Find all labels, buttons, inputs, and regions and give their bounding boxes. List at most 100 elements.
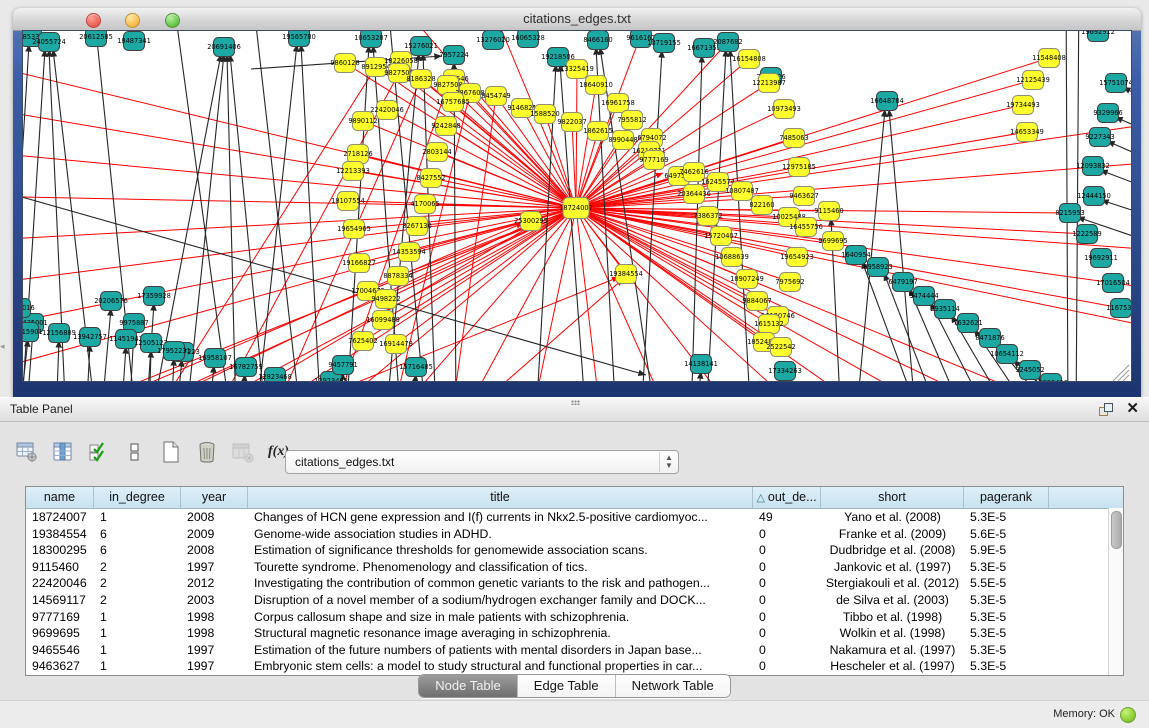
graph-node-label: 6479197 [888,278,917,286]
graph-edge[interactable] [446,126,576,208]
graph-node-label: 8454749 [481,92,510,100]
table-settings-icon[interactable] [14,440,39,465]
graph-node-label: 12505123 [134,339,168,347]
network-canvas[interactable]: 1885334224055724206125851848734120691406… [22,30,1132,382]
graph-node-label: 1640954 [841,251,870,259]
table-selector-value: citations_edges.txt [286,455,659,469]
graph-edge[interactable] [151,54,221,382]
graph-edge[interactable] [186,54,224,382]
cell-title: Disruption of a novel member of a sodium… [248,592,753,609]
table-row[interactable]: 1830029562008Estimation of significance … [26,542,1123,559]
graph-edge[interactable] [576,208,671,382]
table-row[interactable]: 969969511998Structural magnetic resonanc… [26,625,1123,642]
import-table-icon[interactable] [230,440,255,465]
select-columns-icon[interactable] [86,440,111,465]
column-header-in_degree[interactable]: in_degree [94,487,181,508]
cell-name: 18300295 [26,542,94,559]
graph-node-label: 16455756 [789,223,823,231]
table-row[interactable]: 1456911722003Disruption of a novel membe… [26,592,1123,609]
column-header-year[interactable]: year [181,487,248,508]
cell-out_de: 0 [753,559,821,576]
graph-edge[interactable] [572,122,576,208]
graph-edge[interactable] [23,106,576,208]
splitter-grip[interactable] [571,400,580,405]
column-header-out_de[interactable]: △out_de... [753,487,821,508]
graph-node-label: 9498222 [371,295,400,303]
graph-node-label: 16245574 [701,178,735,186]
graph-edge[interactable] [61,223,523,382]
cell-name: 9115460 [26,559,94,576]
table-row[interactable]: 1938455462009Genome-wide association stu… [26,526,1123,543]
graph-edge[interactable] [56,340,59,382]
table-selector-dropdown[interactable]: citations_edges.txt ▲▼ [285,450,679,474]
graph-node-label: 2935114 [930,305,959,313]
graph-edge[interactable] [23,208,576,286]
table-row[interactable]: 946362711997Embryonic stem cells: a mode… [26,658,1123,675]
graph-edge[interactable] [1101,200,1132,223]
column-header-pagerank[interactable]: pagerank [964,487,1049,508]
graph-edge[interactable] [437,152,576,208]
close-panel-icon[interactable]: ✕ [1126,400,1139,418]
canvas-resize-grip[interactable] [1118,370,1129,381]
graph-edge[interactable] [171,31,231,382]
graph-edge[interactable] [101,308,111,382]
float-panel-icon[interactable] [1099,403,1113,416]
graph-node-label: 9699695 [818,237,847,245]
table-tabs-area: Node TableEdge TableNetwork Table [0,674,1149,698]
cell-pagerank: 5.3E-5 [964,509,1049,526]
graph-node-label: 13276020 [476,36,510,44]
table-row[interactable]: 977716911998Corpus callosum shape and si… [26,609,1123,626]
column-header-title[interactable]: title [248,487,753,508]
graph-edge[interactable] [641,50,662,382]
network-graph[interactable]: 1885334224055724206125851848734120691406… [23,31,1132,382]
hidden-panel-handle[interactable]: ◂ [0,341,5,352]
graph-node-label: 15716485 [399,363,433,371]
show-columns-icon[interactable] [50,440,75,465]
cell-in_degree: 1 [94,658,181,675]
graph-node-label: 8215953 [1055,209,1084,217]
cell-in_degree: 6 [94,542,181,559]
graph-edge[interactable] [23,61,576,208]
cell-short: Stergiakouli et al. (2012) [821,575,964,592]
graph-node-label: 4170065 [410,200,439,208]
cell-year: 1997 [181,658,248,675]
column-header-name[interactable]: name [26,487,94,508]
graph-edge[interactable] [23,151,576,208]
graph-edge[interactable] [301,44,321,382]
rows-icon[interactable] [122,440,147,465]
tab-network-table[interactable]: Network Table [615,675,730,697]
graph-edge[interactable] [889,109,916,382]
graph-edge[interactable] [23,208,576,331]
graph-node-label: 8267130 [402,222,431,230]
tab-edge-table[interactable]: Edge Table [517,675,615,697]
tab-node-table[interactable]: Node Table [419,675,517,697]
new-table-icon[interactable] [158,440,183,465]
table-row[interactable]: 2242004622012Investigating the contribut… [26,575,1123,592]
memory-status-indicator[interactable] [1120,707,1136,723]
graph-node-label: 7386372 [693,212,722,220]
graph-node-label: 13942757 [73,333,107,341]
graph-edge[interactable] [171,358,174,382]
graph-node-label: 12093832 [1076,162,1110,170]
graph-node-label: 2803144 [422,148,451,156]
scrollbar-thumb[interactable] [1111,511,1122,549]
graph-node-label: 8427552 [416,174,445,182]
cell-pagerank: 5.3E-5 [964,658,1049,675]
table-vertical-scrollbar[interactable] [1108,508,1123,675]
graph-edge[interactable] [121,346,126,382]
graph-node-label: 10807487 [725,187,759,195]
graph-node-label: 8958923 [863,263,892,271]
graph-edge[interactable] [576,69,577,208]
delete-table-icon[interactable] [194,440,219,465]
table-row[interactable]: 946554611997Estimation of the future num… [26,642,1123,659]
table-row[interactable]: 911546021997Tourette syndrome. Phenomeno… [26,559,1123,576]
window-titlebar[interactable]: citations_edges.txt [13,8,1141,31]
graph-node-label: 9245052 [1015,366,1044,374]
column-header-short[interactable]: short [821,487,964,508]
canvas-resize-grip[interactable] [1123,375,1129,381]
graph-node-label: 1615132 [754,320,783,328]
cell-pagerank: 5.3E-5 [964,592,1049,609]
table-row[interactable]: 1872400712008Changes of HCN gene express… [26,509,1123,526]
cell-in_degree: 1 [94,625,181,642]
graph-edge[interactable] [230,54,266,382]
